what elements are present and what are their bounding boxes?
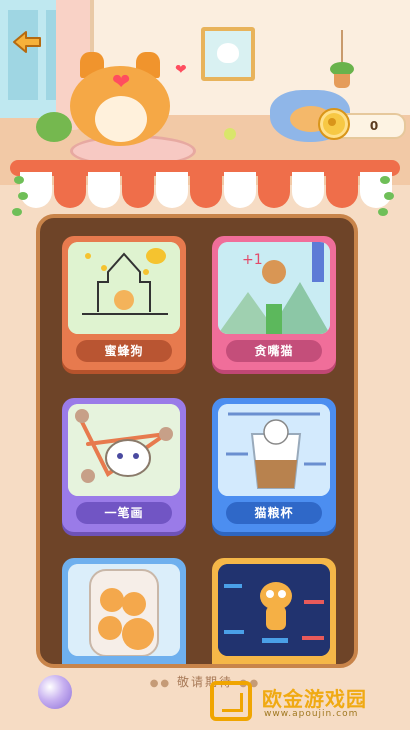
- game-label: 贪嘴猫: [226, 340, 322, 362]
- back-button[interactable]: [10, 30, 44, 54]
- vine-left: [10, 170, 32, 230]
- watermark-url: www.apoujin.com: [264, 709, 359, 719]
- game-label: 蜜蜂狗: [76, 340, 172, 362]
- greedy-cat-thumbnail: +1: [218, 242, 330, 334]
- game-card-cat-food-cup[interactable]: 猫粮杯: [212, 398, 336, 532]
- back-arrow-icon: [13, 31, 41, 53]
- vine-right: [376, 170, 398, 230]
- awning: [10, 160, 400, 210]
- game-card-bee-dog[interactable]: 蜜蜂狗: [62, 236, 186, 370]
- game-card-jumping-cat[interactable]: [212, 558, 336, 664]
- game-card-jar-dogs[interactable]: [62, 558, 186, 664]
- heart-icon: ❤: [175, 62, 187, 78]
- hanging-plant: [330, 30, 354, 88]
- game-label: 猫粮杯: [226, 502, 322, 524]
- cat-food-cup-thumbnail: [218, 404, 330, 496]
- crystal-ball-icon[interactable]: [38, 675, 72, 709]
- jar-dogs-thumbnail: [68, 564, 180, 656]
- watermark-logo-icon: [210, 681, 252, 721]
- heart-eye-icon: ❤: [112, 70, 131, 95]
- game-card-one-stroke[interactable]: 一笔画: [62, 398, 186, 532]
- coin-amount: 0: [369, 119, 379, 133]
- paw-icon: ●●: [149, 678, 172, 689]
- game-card-greedy-cat[interactable]: +1 贪嘴猫: [212, 236, 336, 370]
- coin-icon: [318, 108, 350, 140]
- bee-dog-thumbnail: [68, 242, 180, 334]
- one-stroke-thumbnail: [68, 404, 180, 496]
- watermark-name: 欧金游戏园: [262, 687, 367, 711]
- svg-text:+1: +1: [242, 252, 263, 268]
- tennis-ball: [224, 128, 236, 140]
- game-list-panel: 蜜蜂狗 +1 贪嘴猫 一笔画 猫粮杯: [36, 214, 358, 668]
- game-label: 一笔画: [76, 502, 172, 524]
- jumping-cat-thumbnail: [218, 564, 330, 656]
- dog-character[interactable]: ❤: [60, 48, 180, 148]
- watermark: 欧金游戏园 www.apoujin.com: [210, 677, 404, 725]
- game-scene: ❤ ❤ 0 蜜蜂狗 +1 贪嘴猫 一笔画 猫粮杯 ●● 敬请期待 ●● 欧金游戏…: [0, 0, 410, 730]
- cat-picture-frame: [201, 27, 255, 81]
